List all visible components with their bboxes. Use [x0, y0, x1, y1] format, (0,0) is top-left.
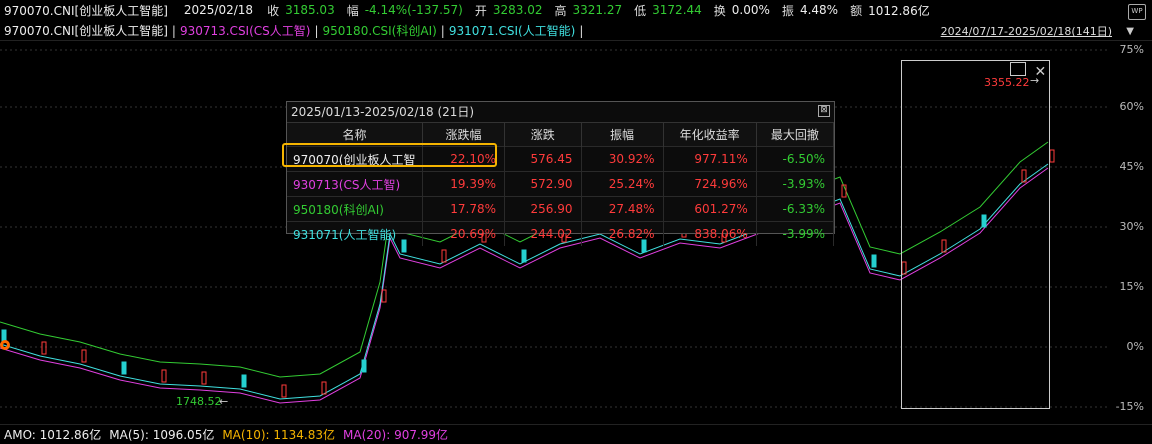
- ma20-value: MA(20): 907.99亿: [343, 428, 449, 442]
- wp-badge-icon[interactable]: WP: [1128, 4, 1146, 20]
- row-name: 931071(人工智能): [287, 221, 423, 246]
- legend-series-931071[interactable]: 931071.CSI(人工智能): [449, 22, 576, 39]
- row-chg: 576.45: [504, 146, 582, 172]
- stats-table: 名称 涨跌幅 涨跌 振幅 年化收益率 最大回撤 970070(创业板人工智 22…: [287, 123, 835, 246]
- ma10-value: MA(10): 1134.83亿: [222, 428, 336, 442]
- row-highlight: [282, 143, 497, 167]
- selection-tools: ✕: [1010, 62, 1046, 80]
- row-name: 930713(CS人工智): [287, 171, 423, 197]
- candlestick: [441, 249, 447, 263]
- y-axis-label: 15%: [1119, 280, 1144, 293]
- legend-series-970070[interactable]: 970070.CNI[创业板人工智能]: [4, 22, 168, 39]
- row-dd: -6.50%: [756, 146, 835, 172]
- legend-series-930713[interactable]: 930713.CSI(CS人工智): [180, 22, 311, 39]
- low-value: 3172.44: [652, 3, 702, 17]
- candlestick: [1049, 149, 1055, 163]
- amplitude-value: 4.48%: [799, 3, 839, 17]
- y-axis-label: -15%: [1115, 400, 1144, 413]
- open-label: 开: [474, 3, 487, 18]
- cursor-marker-icon: [0, 340, 10, 350]
- row-ann: 601.27%: [663, 196, 757, 222]
- col-amplitude[interactable]: 振幅: [581, 123, 664, 147]
- quote-date: 2025/02/18: [183, 3, 254, 17]
- col-max-drawdown[interactable]: 最大回撤: [756, 123, 835, 147]
- table-row[interactable]: 950180(科创AI) 17.78% 256.90 27.48% 601.27…: [287, 196, 835, 222]
- quote-header: 970070.CNI[创业板人工智能] 2025/02/18 收 3185.03…: [0, 0, 1152, 20]
- row-chg: 256.90: [504, 196, 582, 222]
- row-dd: -3.93%: [756, 171, 835, 197]
- row-chg: 244.02: [504, 221, 582, 246]
- y-axis-label: 45%: [1119, 160, 1144, 173]
- row-dd: -6.33%: [756, 196, 835, 222]
- row-pct: 19.39%: [422, 171, 506, 197]
- row-amp: 27.48%: [581, 196, 664, 222]
- amplitude-label: 振: [781, 3, 794, 18]
- index-name[interactable]: 970070.CNI[创业板人工智能]: [4, 2, 168, 19]
- row-ann: 838.06%: [663, 221, 757, 246]
- open-value: 3283.02: [492, 3, 543, 17]
- change-value: -4.14%(-137.57): [364, 3, 463, 17]
- y-axis-label: 0%: [1126, 340, 1144, 353]
- col-change[interactable]: 涨跌: [504, 123, 582, 147]
- interval-stats-popup: 2025/01/13-2025/02/18 (21日) ⊠ 名称 涨跌幅 涨跌 …: [286, 101, 835, 246]
- legend-separator: |: [314, 23, 319, 38]
- close-label: 收: [267, 3, 280, 18]
- date-range[interactable]: 2024/07/17-2025/02/18(141日): [941, 23, 1112, 39]
- close-selection-icon[interactable]: ✕: [1034, 64, 1046, 80]
- low-label: 低: [634, 3, 647, 18]
- candlestick: [361, 359, 367, 373]
- candlestick: [871, 254, 877, 268]
- close-icon[interactable]: ⊠: [818, 105, 830, 117]
- change-label: 幅: [346, 3, 359, 18]
- col-annual-return[interactable]: 年化收益率: [663, 123, 757, 147]
- row-pct: 17.78%: [422, 196, 506, 222]
- range-dropdown-icon[interactable]: ▼: [1126, 26, 1134, 37]
- row-chg: 572.90: [504, 171, 582, 197]
- row-pct: 20.69%: [422, 221, 506, 246]
- candlestick: [321, 381, 327, 395]
- y-axis-label: 60%: [1119, 100, 1144, 113]
- candlestick: [81, 349, 87, 363]
- close-value: 3185.03: [285, 3, 335, 17]
- maximize-icon[interactable]: [1010, 62, 1026, 76]
- y-axis-label: 30%: [1119, 220, 1144, 233]
- high-label: 高: [554, 3, 567, 18]
- high-value: 3321.27: [572, 3, 623, 17]
- legend-separator: |: [579, 23, 584, 38]
- volume-footer: AMO: 1012.86亿 MA(5): 1096.05亿 MA(10): 11…: [0, 424, 1152, 444]
- row-amp: 26.82%: [581, 221, 664, 246]
- candlestick: [241, 374, 247, 388]
- y-axis-label: 75%: [1119, 43, 1144, 56]
- candlestick: [521, 249, 527, 263]
- legend-separator: |: [440, 23, 445, 38]
- ma5-value: MA(5): 1096.05亿: [109, 428, 215, 442]
- low-arrow-icon: ←: [219, 395, 229, 408]
- table-row[interactable]: 930713(CS人工智) 19.39% 572.90 25.24% 724.9…: [287, 171, 835, 197]
- amo-value: AMO: 1012.86亿: [4, 428, 102, 442]
- low-price-annotation: 1748.52: [176, 395, 222, 408]
- amount-value: 1012.86亿: [868, 3, 930, 18]
- row-dd: -3.99%: [756, 221, 835, 246]
- row-ann: 977.11%: [663, 146, 757, 172]
- popup-title: 2025/01/13-2025/02/18 (21日): [291, 105, 475, 119]
- row-name: 950180(科创AI): [287, 196, 423, 222]
- row-amp: 25.24%: [581, 171, 664, 197]
- turnover-value: 0.00%: [731, 3, 770, 17]
- amount-label: 额: [850, 3, 863, 18]
- candlestick: [121, 361, 127, 375]
- turnover-label: 换: [713, 3, 726, 18]
- range-selection-box[interactable]: [901, 60, 1050, 409]
- row-ann: 724.96%: [663, 171, 757, 197]
- legend-separator: |: [171, 23, 176, 38]
- table-row[interactable]: 931071(人工智能) 20.69% 244.02 26.82% 838.06…: [287, 221, 835, 246]
- row-amp: 30.92%: [581, 146, 664, 172]
- legend-series-950180[interactable]: 950180.CSI(科创AI): [323, 22, 437, 39]
